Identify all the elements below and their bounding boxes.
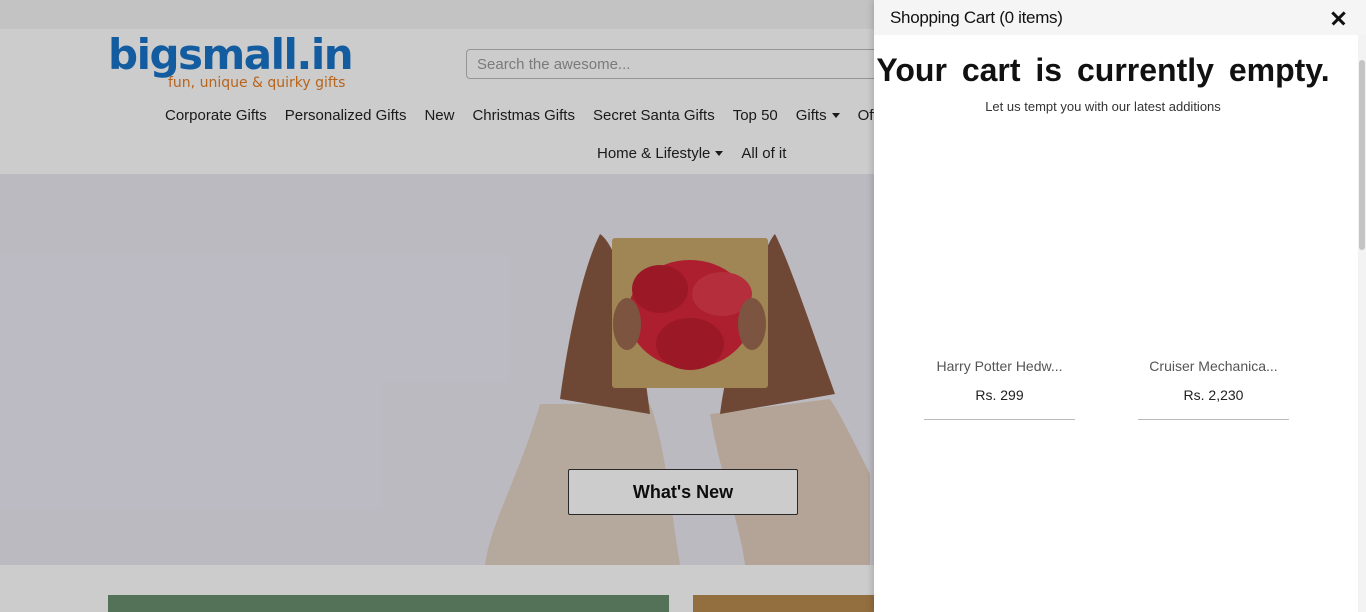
product-name[interactable]: Cruiser Mechanica... xyxy=(1138,358,1289,374)
cart-scrollbar[interactable] xyxy=(1358,35,1366,612)
product-price: Rs. 299 xyxy=(975,387,1024,403)
product-card[interactable]: Cruiser Mechanica... Rs. 2,230 xyxy=(1138,120,1289,420)
cart-title: Shopping Cart (0 items) xyxy=(890,7,1063,27)
cart-empty-subtitle: Let us tempt you with our latest additio… xyxy=(985,99,1221,114)
suggested-products: Harry Potter Hedw... Rs. 299 Cruiser Mec… xyxy=(924,120,1289,420)
product-card[interactable]: Harry Potter Hedw... Rs. 299 xyxy=(924,120,1075,420)
product-name[interactable]: Harry Potter Hedw... xyxy=(924,358,1075,374)
cart-drawer: Shopping Cart (0 items) Your cart is cur… xyxy=(874,0,1366,612)
product-image[interactable] xyxy=(1138,120,1289,342)
product-price: Rs. 2,230 xyxy=(1183,387,1244,403)
product-image[interactable] xyxy=(924,120,1075,342)
divider xyxy=(924,419,1075,420)
scrollbar-thumb[interactable] xyxy=(1359,60,1365,250)
cart-header: Shopping Cart (0 items) xyxy=(874,0,1366,35)
cart-empty-heading: Your cart is currently empty. xyxy=(876,52,1330,88)
close-icon[interactable] xyxy=(1328,7,1350,29)
divider xyxy=(1138,419,1289,420)
